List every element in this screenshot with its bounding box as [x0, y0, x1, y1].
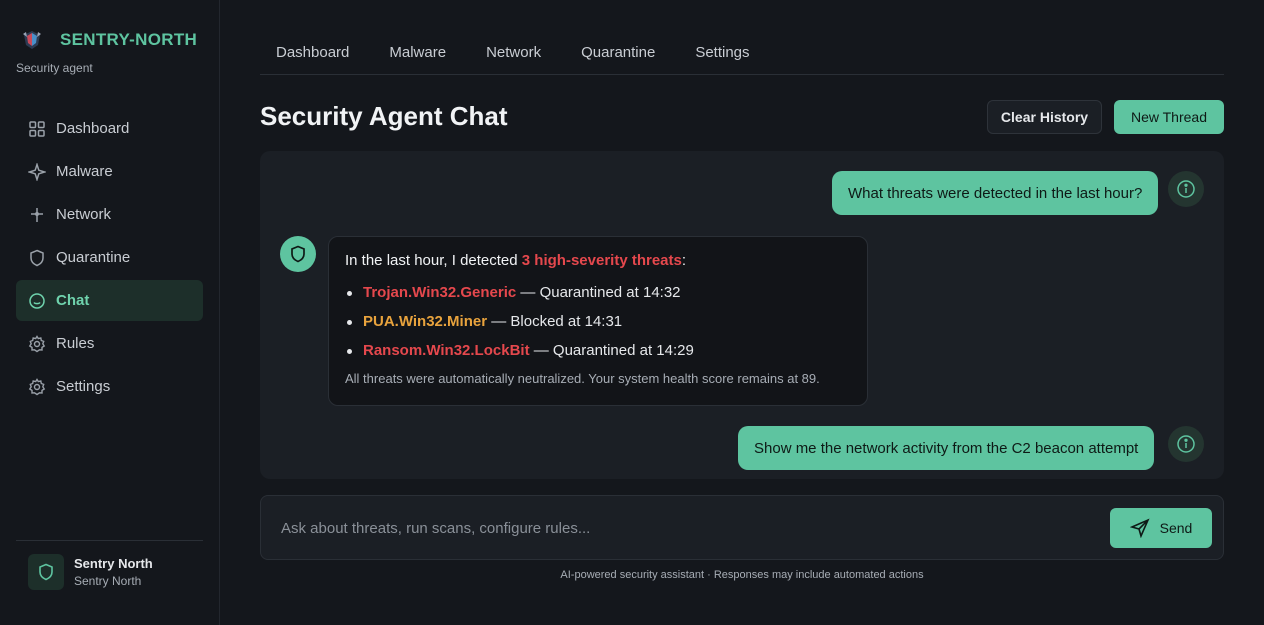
user-subtitle: Sentry North: [74, 574, 142, 588]
threat-name[interactable]: Trojan.Win32.Generic: [363, 284, 516, 301]
shield-icon: [291, 245, 305, 263]
send-label: Send: [1159, 520, 1193, 536]
network-icon: [28, 206, 46, 224]
threat-name[interactable]: PUA.Win32.Miner: [363, 313, 487, 330]
grid-icon: [28, 120, 46, 138]
tab-dashboard[interactable]: Dashboard: [260, 34, 365, 74]
tab-quarantine[interactable]: Quarantine: [565, 34, 671, 74]
user-message: What threats were detected in the last h…: [832, 171, 1159, 215]
footer-note: AI-powered security assistant · Response…: [560, 569, 924, 581]
top-tabs: Dashboard Malware Network Quarantine Set…: [260, 34, 1224, 75]
sidebar-item-quarantine[interactable]: Quarantine: [16, 237, 203, 278]
shield-icon: [28, 249, 46, 267]
threat-name[interactable]: Ransom.Win32.LockBit: [363, 342, 530, 359]
clear-history-button[interactable]: Clear History: [987, 100, 1102, 134]
threat-status: — Quarantined at 14:29: [529, 342, 694, 359]
user-avatar: [1168, 426, 1204, 462]
intro-suffix: :: [681, 252, 687, 269]
avatar: [28, 554, 64, 590]
sidebar-item-label: Settings: [56, 378, 111, 395]
sidebar-item-rules[interactable]: Rules: [16, 323, 203, 364]
agent-message-intro: In the last hour, I detected 3 high-seve…: [345, 252, 851, 269]
sidebar-item-network[interactable]: Network: [16, 194, 203, 235]
brand[interactable]: SENTRY-NORTH: [20, 28, 197, 52]
sidebar-item-label: Malware: [56, 163, 113, 180]
new-thread-button[interactable]: New Thread: [1114, 100, 1224, 134]
list-item: PUA.Win32.Miner — Blocked at 14:31: [345, 313, 851, 330]
sidebar-nav: Dashboard Malware Network Quarantine Cha…: [16, 108, 203, 409]
intro-text: In the last hour, I detected: [345, 252, 522, 269]
sidebar-item-label: Rules: [56, 335, 95, 352]
user-message: Show me the network activity from the C2…: [738, 426, 1155, 470]
brand-subtitle: Security agent: [16, 61, 93, 75]
brand-logo-icon: [23, 31, 41, 49]
user-name: Sentry North: [74, 556, 153, 571]
list-item: Ransom.Win32.LockBit — Quarantined at 14…: [345, 342, 851, 359]
sidebar-item-label: Network: [56, 206, 112, 223]
sidebar-item-malware[interactable]: Malware: [16, 151, 203, 192]
brand-name: SENTRY-NORTH: [60, 30, 198, 49]
sidebar-item-dashboard[interactable]: Dashboard: [16, 108, 203, 149]
gear-icon: [28, 334, 46, 353]
threat-status: — Blocked at 14:31: [487, 313, 623, 330]
user-avatar: [1168, 171, 1204, 207]
tab-malware[interactable]: Malware: [373, 34, 462, 74]
threat-list: Trojan.Win32.Generic — Quarantined at 14…: [345, 284, 851, 359]
tab-settings[interactable]: Settings: [679, 34, 765, 74]
user-profile[interactable]: Sentry North Sentry North: [16, 540, 203, 590]
agent-message-footer: All threats were automatically neutraliz…: [345, 371, 820, 386]
page-title: Security Agent Chat: [260, 101, 508, 131]
info-icon: [1177, 180, 1195, 198]
list-item: Trojan.Win32.Generic — Quarantined at 14…: [345, 284, 851, 301]
chat-input[interactable]: [281, 516, 1101, 540]
sidebar-item-label: Dashboard: [56, 120, 130, 137]
threat-status: — Quarantined at 14:32: [516, 284, 681, 301]
sidebar-item-chat[interactable]: Chat: [16, 280, 203, 321]
sidebar-item-settings[interactable]: Settings: [16, 366, 203, 407]
shield-icon: [39, 563, 53, 581]
info-icon: [1177, 435, 1195, 453]
threat-count-highlight: 3 high-severity threats: [521, 252, 682, 269]
send-button[interactable]: Send: [1110, 508, 1212, 548]
chat-smile-icon: [28, 292, 46, 310]
sidebar-item-label: Chat: [56, 292, 90, 309]
send-icon: [1129, 518, 1150, 538]
sparkle-icon: [28, 162, 46, 181]
agent-message: In the last hour, I detected 3 high-seve…: [328, 236, 868, 406]
composer: Send: [260, 495, 1224, 560]
sidebar: SENTRY-NORTH Security agent Dashboard Ma…: [0, 0, 220, 625]
gear-icon: [28, 377, 46, 396]
chat-thread[interactable]: What threats were detected in the last h…: [260, 151, 1224, 479]
agent-avatar: [280, 236, 316, 272]
tab-network[interactable]: Network: [470, 34, 557, 74]
sidebar-item-label: Quarantine: [56, 249, 131, 266]
